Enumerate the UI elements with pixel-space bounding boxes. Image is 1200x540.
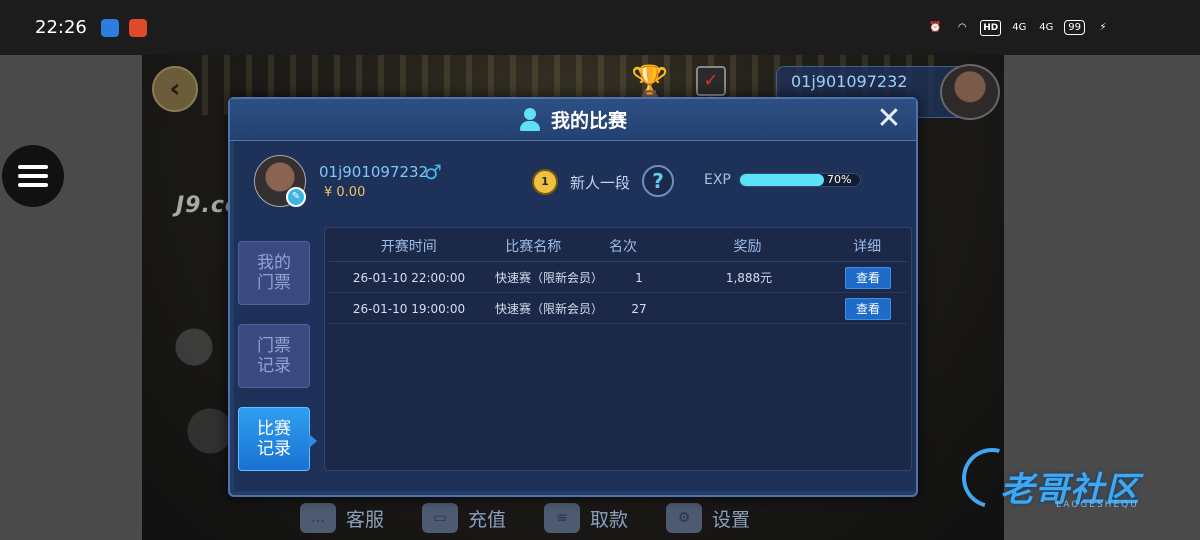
nav-label: 客服	[346, 508, 385, 531]
dialog-title: 我的比赛	[550, 110, 627, 132]
alarm-icon: ⏰	[929, 22, 942, 33]
cell-time: 26-01-10 19:00:00	[352, 301, 466, 316]
cell-rank: 1	[635, 270, 643, 285]
wallet-icon: ≡	[544, 503, 581, 533]
wifi-icon: ◠	[957, 22, 967, 33]
profile-username: 01j901097232	[319, 163, 429, 181]
wrench-icon: ✎	[286, 187, 306, 207]
nav-customer-service[interactable]: … 客服	[300, 503, 384, 533]
column-header: 奖励	[733, 238, 762, 255]
nav-withdraw[interactable]: ≡ 取款	[544, 503, 628, 533]
signal-4g-icon-2: 4G	[1039, 22, 1054, 33]
rank-label: 新人一段	[570, 174, 631, 192]
exp-progress-bar: 70%	[739, 173, 861, 187]
tab-my-tickets[interactable]: 我的 门票	[238, 241, 310, 305]
cell-reward: 1,888元	[725, 271, 773, 285]
watermark-subtext: LAOGESHEQU	[1056, 500, 1139, 510]
profile-row: ✎ 01j901097232 ♂ ¥ 0.00 1 新人一段 ? EXP 70%	[234, 141, 916, 227]
tab-ticket-records[interactable]: 门票 记录	[238, 324, 310, 388]
question-icon: ?	[652, 169, 664, 193]
male-icon: ♂	[424, 160, 442, 184]
view-button[interactable]: 查看	[845, 266, 891, 289]
person-icon	[519, 107, 541, 132]
nav-deposit[interactable]: ▭ 充值	[422, 503, 506, 533]
cell-action: 查看	[829, 297, 907, 320]
tab-label: 比赛 记录	[257, 419, 291, 459]
bottom-nav: … 客服 ▭ 充值 ≡ 取款 ⚙ 设置	[300, 496, 860, 540]
close-icon: ✕	[876, 101, 902, 136]
view-button[interactable]: 查看	[845, 297, 891, 320]
watermark-logo: 老哥社区 LAOGESHEQU	[951, 437, 1200, 520]
charging-icon: ⚡	[1099, 22, 1107, 33]
column-header: 名次	[608, 238, 637, 255]
exp-progress-fill	[740, 174, 824, 186]
close-button[interactable]: ✕	[874, 104, 904, 135]
balance: ¥ 0.00	[324, 185, 366, 200]
column-header: 比赛名称	[505, 238, 562, 255]
trophy-icon[interactable]: 🏆	[628, 66, 672, 98]
cell-name: 快速赛（限新会员）	[494, 271, 603, 285]
floating-menu-button[interactable]	[2, 145, 64, 207]
system-status-icons: ⏰ ◠ HD 4G 4G 99 ⚡	[926, 0, 1112, 55]
column-header: 详细	[853, 238, 882, 255]
status-time: 22:26	[35, 17, 87, 38]
table-header: 开赛时间 比赛名称 名次 奖励 详细	[329, 230, 907, 262]
chat-icon: …	[300, 503, 336, 533]
cell-time: 26-01-10 22:00:00	[352, 270, 466, 285]
cell-action: 查看	[829, 266, 907, 289]
nav-label: 充值	[468, 508, 507, 531]
exp-label: EXP	[704, 172, 731, 188]
match-records-table: 开赛时间 比赛名称 名次 奖励 详细 26-01-10 22:00:00 快速赛…	[324, 227, 912, 471]
menu-bar-icon	[18, 183, 48, 187]
my-matches-dialog: 我的比赛 ✕ ✎ 01j901097232 ♂ ¥ 0.00 1 新人一段 ? …	[228, 97, 918, 497]
signal-4g-icon-1: 4G	[1012, 22, 1027, 33]
hd-voice-icon: HD	[980, 19, 1002, 36]
card-icon: ▭	[422, 503, 459, 533]
menu-bar-icon	[18, 174, 48, 178]
gear-icon: ⚙	[666, 503, 703, 533]
exp-percent: 70%	[827, 173, 852, 186]
column-header: 开赛时间	[380, 238, 437, 255]
nav-settings[interactable]: ⚙ 设置	[666, 503, 750, 533]
back-button[interactable]: ‹	[152, 66, 198, 112]
top-avatar[interactable]	[940, 64, 1000, 120]
table-row: 26-01-10 22:00:00 快速赛（限新会员） 1 1,888元 查看	[329, 263, 907, 293]
tab-label: 门票 记录	[257, 336, 291, 376]
menu-bar-icon	[18, 165, 48, 169]
cell-rank: 27	[631, 301, 647, 316]
cell-name: 快速赛（限新会员）	[494, 302, 603, 316]
tab-label: 我的 门票	[257, 253, 291, 293]
rank-medal-icon: 1	[532, 169, 558, 195]
dialog-body: ✎ 01j901097232 ♂ ¥ 0.00 1 新人一段 ? EXP 70%…	[234, 141, 916, 491]
table-row: 26-01-10 19:00:00 快速赛（限新会员） 27 查看	[329, 294, 907, 324]
tab-match-records[interactable]: 比赛 记录	[238, 407, 317, 471]
top-username: 01j901097232	[791, 72, 908, 91]
status-bar: 22:26 ⏰ ◠ HD 4G 4G 99 ⚡	[0, 0, 1200, 55]
weather-notification-icon	[100, 18, 119, 37]
battery-icon: 99	[1064, 20, 1085, 35]
nav-label: 设置	[712, 508, 751, 531]
checklist-icon[interactable]: ✓	[696, 66, 726, 96]
chevron-left-icon: ‹	[169, 74, 181, 104]
dialog-header: 我的比赛 ✕	[230, 99, 916, 141]
letterbox-left	[0, 55, 142, 540]
nav-label: 取款	[590, 508, 629, 531]
app-notification-icon	[128, 18, 147, 37]
help-button[interactable]: ?	[642, 165, 674, 197]
